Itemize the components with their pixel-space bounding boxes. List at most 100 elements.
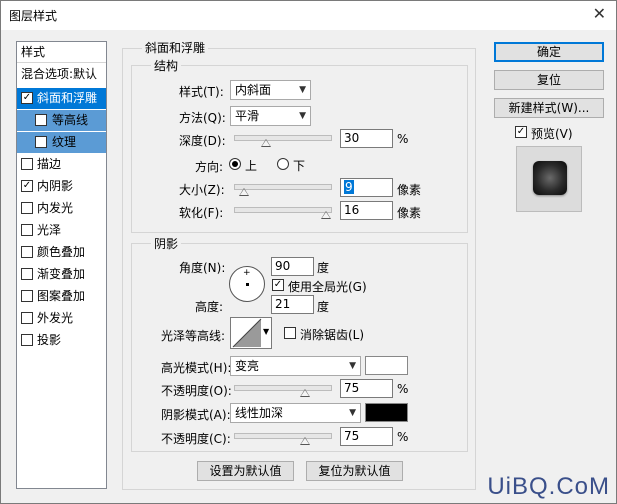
highlight-opacity-slider[interactable] [234, 385, 332, 397]
style-select[interactable]: 内斜面 ▼ [230, 80, 311, 100]
sidebar-item-stroke[interactable]: 描边 [17, 154, 106, 175]
direction-label: 方向: [195, 160, 224, 174]
angle-unit: 度 [317, 261, 330, 275]
stroke-checkbox[interactable] [21, 158, 33, 170]
direction-down-label: 下 [293, 159, 306, 173]
chevron-down-icon: ▼ [299, 111, 306, 121]
shadow-mode-select[interactable]: 线性加深 ▼ [230, 403, 361, 423]
watermark-logo: UiBQ.CoM [487, 473, 610, 500]
sidebar-item-bevel-emboss[interactable]: ✓ 斜面和浮雕 [17, 88, 106, 109]
new-style-button[interactable]: 新建样式(W)... [494, 98, 604, 118]
sidebar-item-pattern-overlay[interactable]: 图案叠加 [17, 286, 106, 307]
ok-button[interactable]: 确定 [494, 42, 604, 62]
bevel-group-title: 斜面和浮雕 [142, 39, 209, 56]
highlight-opacity-thumb[interactable] [299, 389, 310, 397]
sidebar-item-color-overlay[interactable]: 颜色叠加 [17, 242, 106, 263]
depth-slider-thumb[interactable] [260, 139, 271, 147]
reset-to-default-button[interactable]: 复位为默认值 [306, 461, 403, 481]
sidebar-item-texture[interactable]: 纹理 [17, 132, 106, 153]
global-light-label: 使用全局光(G) [288, 280, 367, 294]
shadow-opacity-thumb[interactable] [299, 437, 310, 445]
chevron-down-icon: ▼ [349, 361, 356, 371]
soften-input[interactable]: 16 [340, 201, 393, 220]
depth-slider[interactable] [234, 135, 332, 147]
sidebar-item-inner-shadow[interactable]: ✓ 内阴影 [17, 176, 106, 197]
soften-label: 软化(F): [179, 206, 224, 220]
outer-glow-checkbox[interactable] [21, 312, 33, 324]
shadow-opacity-unit: % [397, 430, 409, 444]
direction-down-radio[interactable] [277, 158, 289, 170]
highlight-mode-label: 高光模式(H): [161, 361, 232, 375]
soften-slider-thumb[interactable] [321, 211, 331, 219]
pattern-overlay-checkbox[interactable] [21, 290, 33, 302]
styles-list: 样式 混合选项:默认 ✓ 斜面和浮雕 等高线 纹理 描边 ✓ 内阴影 内发光 光… [16, 41, 107, 489]
highlight-mode-select[interactable]: 变亮 ▼ [230, 356, 361, 376]
shadow-color-swatch[interactable] [365, 403, 408, 422]
sidebar-item-outer-glow[interactable]: 外发光 [17, 308, 106, 329]
gloss-contour-label: 光泽等高线: [161, 329, 226, 343]
shadow-opacity-slider[interactable] [234, 433, 332, 445]
highlight-opacity-label: 不透明度(O): [161, 384, 232, 398]
size-unit: 像素 [397, 183, 422, 197]
shadow-opacity-input[interactable]: 75 [340, 427, 393, 446]
size-slider-thumb[interactable] [239, 188, 250, 196]
size-input[interactable]: 9 [340, 178, 393, 197]
close-icon[interactable]: ✕ [593, 4, 606, 23]
sidebar-item-blending-options[interactable]: 混合选项:默认 [17, 64, 106, 85]
preview-swatch [533, 161, 567, 195]
gradient-overlay-checkbox[interactable] [21, 268, 33, 280]
shadow-mode-label: 阴影模式(A): [161, 408, 231, 422]
anti-alias-checkbox[interactable] [284, 327, 296, 339]
soften-unit: 像素 [397, 206, 422, 220]
make-default-button[interactable]: 设置为默认值 [197, 461, 294, 481]
highlight-opacity-input[interactable]: 75 [340, 379, 393, 398]
contour-checkbox[interactable] [35, 114, 47, 126]
satin-checkbox[interactable] [21, 224, 33, 236]
angle-dial[interactable]: + [229, 266, 265, 302]
angle-dial-center [246, 283, 249, 286]
highlight-opacity-unit: % [397, 382, 409, 396]
gloss-contour-picker[interactable]: ▼ [230, 317, 272, 349]
altitude-label: 高度: [195, 300, 224, 314]
bevel-checkbox[interactable]: ✓ [21, 92, 33, 104]
sidebar-item-satin[interactable]: 光泽 [17, 220, 106, 241]
soften-slider[interactable] [234, 207, 332, 219]
contour-curve-icon [232, 318, 262, 348]
sidebar-item-inner-glow[interactable]: 内发光 [17, 198, 106, 219]
anti-alias-label: 消除锯齿(L) [300, 328, 365, 342]
shading-title: 阴影 [151, 235, 182, 252]
chevron-down-icon: ▼ [263, 327, 270, 336]
sidebar-item-styles[interactable]: 样式 [17, 42, 106, 63]
size-slider[interactable] [234, 184, 332, 196]
window-title: 图层样式 [9, 9, 58, 23]
angle-crosshair-icon: + [243, 268, 251, 278]
global-light-checkbox[interactable]: ✓ [272, 279, 284, 291]
depth-input[interactable]: 30 [340, 129, 393, 148]
layer-style-dialog: 图层样式 ✕ 样式 混合选项:默认 ✓ 斜面和浮雕 等高线 纹理 描边 ✓ 内阴… [0, 0, 617, 504]
reset-button[interactable]: 复位 [494, 70, 604, 90]
altitude-input[interactable]: 21 [271, 295, 314, 314]
sidebar-item-drop-shadow[interactable]: 投影 [17, 330, 106, 351]
shadow-opacity-label: 不透明度(C): [161, 432, 231, 446]
highlight-color-swatch[interactable] [365, 356, 408, 375]
sidebar-item-contour[interactable]: 等高线 [17, 110, 106, 131]
sidebar-item-gradient-overlay[interactable]: 渐变叠加 [17, 264, 106, 285]
preview-label: 预览(V) [531, 127, 573, 141]
inner-shadow-checkbox[interactable]: ✓ [21, 180, 33, 192]
style-preview [516, 146, 582, 212]
technique-select[interactable]: 平滑 ▼ [230, 106, 311, 126]
direction-up-label: 上 [245, 159, 258, 173]
size-label: 大小(Z): [179, 183, 225, 197]
altitude-unit: 度 [317, 300, 330, 314]
drop-shadow-checkbox[interactable] [21, 334, 33, 346]
depth-unit: % [397, 132, 409, 146]
angle-input[interactable]: 90 [271, 257, 314, 276]
depth-label: 深度(D): [179, 134, 226, 148]
texture-checkbox[interactable] [35, 136, 47, 148]
technique-label: 方法(Q): [179, 111, 226, 125]
preview-checkbox[interactable]: ✓ [515, 126, 527, 138]
color-overlay-checkbox[interactable] [21, 246, 33, 258]
direction-up-radio[interactable] [229, 158, 241, 170]
title-bar: 图层样式 ✕ [1, 1, 616, 30]
inner-glow-checkbox[interactable] [21, 202, 33, 214]
